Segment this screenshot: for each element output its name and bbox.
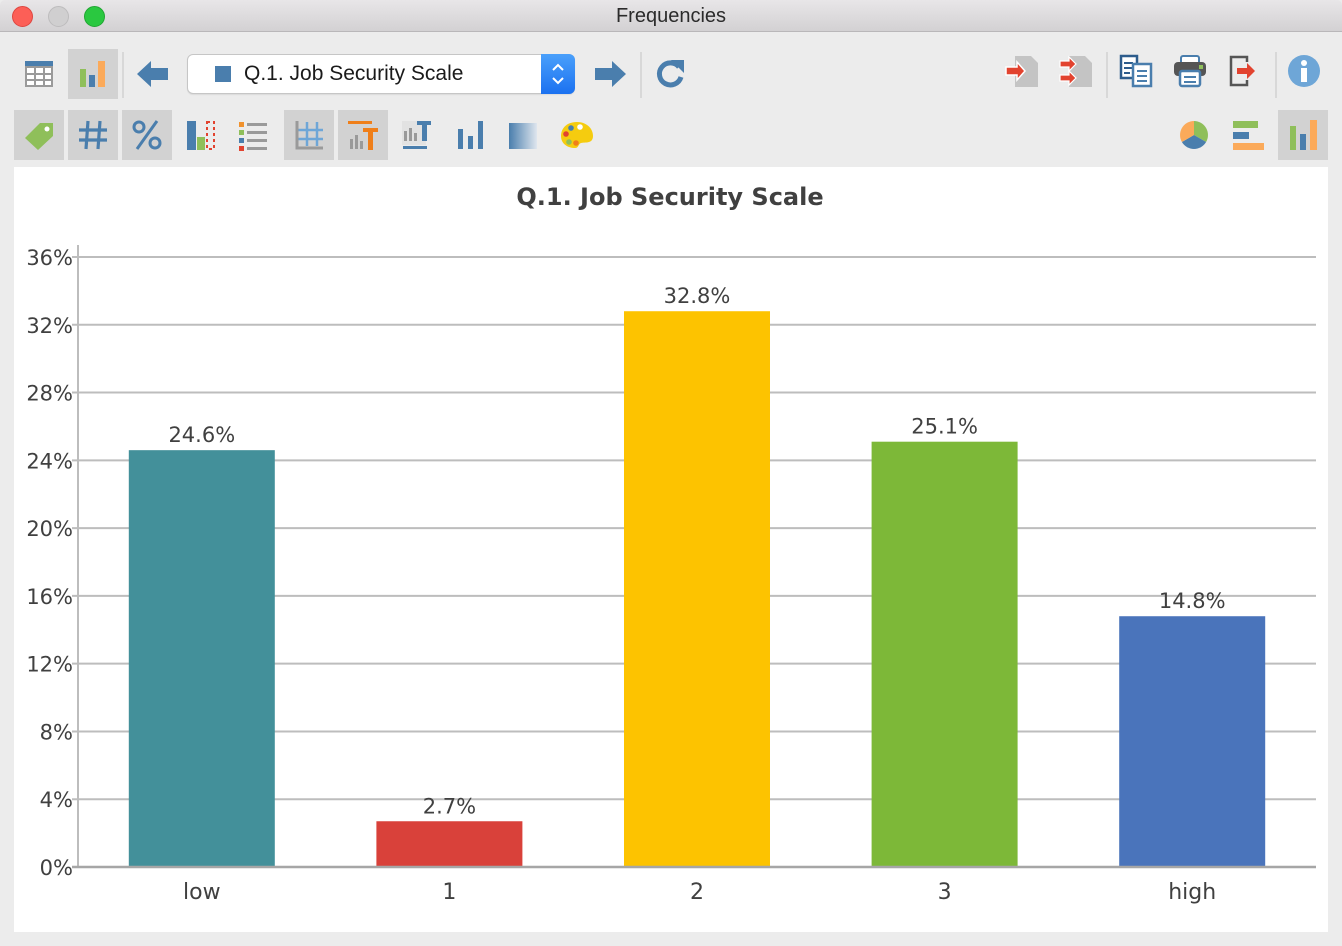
axis-title-button[interactable]: [392, 110, 442, 160]
bar-1: [376, 821, 523, 867]
gradient-button[interactable]: [498, 110, 548, 160]
data-label: 25.1%: [911, 415, 978, 439]
bar-high: [1119, 616, 1266, 867]
export-button[interactable]: [1219, 46, 1269, 96]
chart-title-icon: [348, 121, 378, 150]
y-tick-label: 20%: [26, 517, 73, 541]
frequencies-window: Frequencies Q.1. Job Security Scale Q.1.…: [0, 0, 1342, 946]
bars: [128, 311, 1266, 867]
grid-icon: [295, 121, 323, 150]
toolbar-separator: [1275, 52, 1277, 98]
axis-title-icon: [402, 121, 431, 149]
chart-panel: Q.1. Job Security Scale 0% 4% 8% 12% 16% 20% 2…: [14, 167, 1328, 932]
x-tick-label: 2: [690, 880, 704, 905]
printer-icon: [1174, 55, 1206, 88]
info-icon: [1288, 55, 1320, 87]
bar-2: [624, 311, 770, 867]
toolbar-separator: [1106, 52, 1108, 98]
arrow-left-icon: [137, 61, 168, 87]
import-file-icon: [1005, 56, 1038, 87]
missing-values-button[interactable]: [176, 110, 226, 160]
import-multiple-icon: [1059, 55, 1092, 87]
bar-chart: Q.1. Job Security Scale 0% 4% 8% 12% 16% 20% 2…: [26, 183, 1316, 905]
import-button[interactable]: [997, 46, 1047, 96]
window-title: Frequencies: [615, 5, 727, 27]
percentages-button[interactable]: [122, 110, 172, 160]
data-label: 2.7%: [423, 794, 476, 818]
y-tick-label: 4%: [40, 788, 73, 812]
refresh-icon: [656, 60, 684, 88]
toolbar-separator: [122, 52, 124, 98]
variable-select[interactable]: Q.1. Job Security Scale: [187, 54, 575, 94]
bar-chart-color-icon: [80, 61, 105, 87]
toolbar-separator: [640, 52, 642, 98]
data-label: 32.8%: [664, 284, 731, 308]
y-tick-label: 36%: [26, 246, 73, 270]
select-stepper[interactable]: [541, 54, 575, 94]
horizontal-bar-chart-icon: [1233, 121, 1264, 150]
x-tick-label: high: [1168, 880, 1216, 905]
x-tick-label: 1: [442, 880, 456, 905]
color-palette-button[interactable]: [552, 110, 602, 160]
pie-chart-button[interactable]: [1169, 110, 1219, 160]
gridlines-button[interactable]: [284, 110, 334, 160]
legend-list-icon: [239, 122, 267, 151]
pie-chart-icon: [1180, 121, 1208, 149]
chart-title: Q.1. Job Security Scale: [516, 183, 823, 211]
info-button[interactable]: [1279, 46, 1329, 96]
tag-icon: [25, 123, 53, 150]
copy-icon: [1119, 54, 1153, 88]
table-icon: [25, 61, 53, 87]
refresh-button[interactable]: [645, 49, 695, 99]
title-bar: Frequencies: [0, 0, 1342, 32]
y-tick-label: 8%: [40, 720, 73, 744]
variable-select-value: Q.1. Job Security Scale: [244, 62, 464, 85]
copy-button[interactable]: [1111, 46, 1161, 96]
y-tick-label: 24%: [26, 449, 73, 473]
y-tick-label: 12%: [26, 653, 73, 677]
table-view-button[interactable]: [14, 49, 64, 99]
data-label: 14.8%: [1159, 589, 1226, 613]
y-tick-label: 0%: [40, 856, 73, 880]
legend-button[interactable]: [228, 110, 278, 160]
chart-view-button[interactable]: [68, 49, 118, 99]
x-tick-label: 3: [938, 880, 952, 905]
arrow-right-icon: [595, 61, 626, 87]
chart-title-button[interactable]: [338, 110, 388, 160]
data-label: 24.6%: [168, 423, 235, 447]
y-tick-label: 16%: [26, 585, 73, 609]
next-variable-button[interactable]: [585, 49, 635, 99]
data-labels-button[interactable]: [446, 110, 496, 160]
bar-low: [128, 450, 275, 867]
variable-marker-icon: [215, 66, 231, 82]
vertical-bar-chart-icon: [1290, 120, 1317, 150]
previous-variable-button[interactable]: [128, 49, 178, 99]
palette-icon: [561, 122, 593, 148]
horizontal-bar-chart-button[interactable]: [1223, 110, 1273, 160]
absolute-frequencies-button[interactable]: [68, 110, 118, 160]
import-all-button[interactable]: [1051, 46, 1101, 96]
bar-chart-icon: [458, 121, 483, 149]
hash-icon: [79, 120, 107, 150]
y-tick-label: 32%: [26, 314, 73, 338]
value-labels-button[interactable]: [14, 110, 64, 160]
missing-bar-icon: [187, 121, 215, 150]
export-icon: [1229, 55, 1255, 87]
print-button[interactable]: [1165, 46, 1215, 96]
vertical-bar-chart-button[interactable]: [1278, 110, 1328, 160]
bar-3: [871, 441, 1018, 867]
percent-icon: [132, 120, 162, 150]
chevron-up-down-icon: [552, 63, 564, 85]
x-tick-label: low: [183, 880, 221, 905]
y-tick-label: 28%: [26, 382, 73, 406]
gradient-icon: [509, 123, 537, 149]
